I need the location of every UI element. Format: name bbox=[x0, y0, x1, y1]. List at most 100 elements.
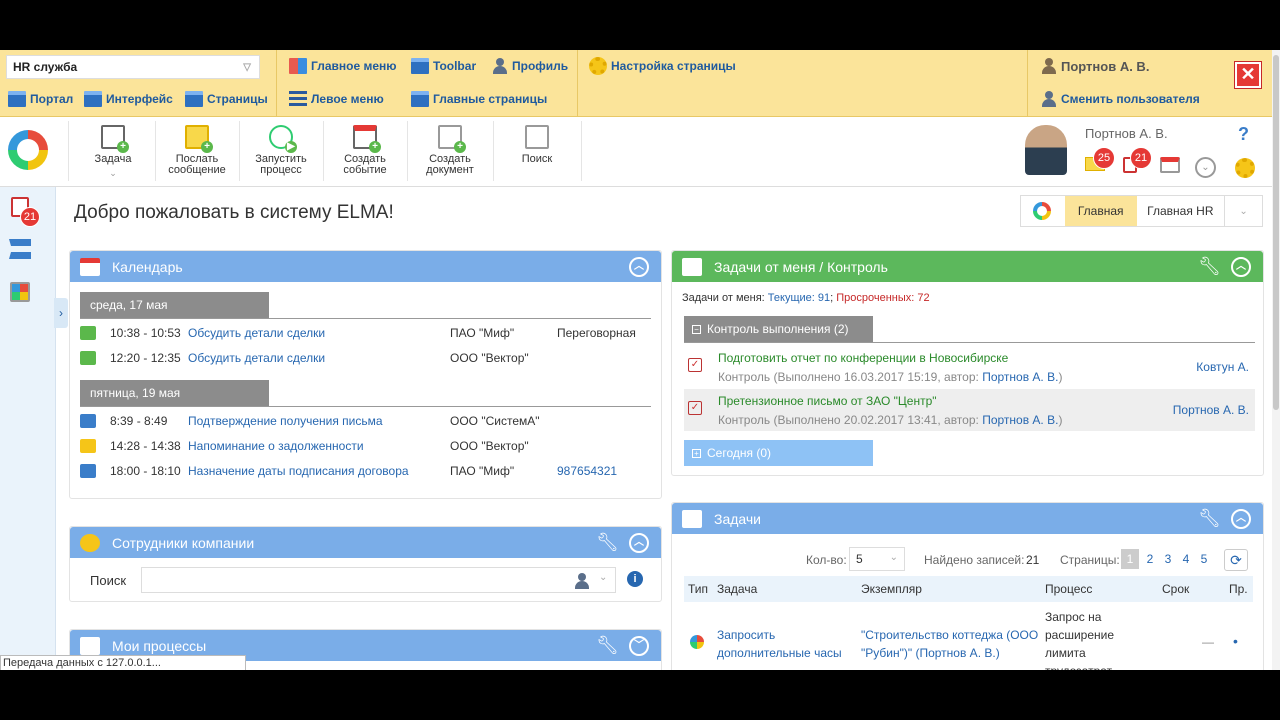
expand-box-icon: + bbox=[692, 448, 701, 458]
event-subject-link[interactable]: Напоминание о задолженности bbox=[188, 439, 450, 453]
start-process-label-2: процесс bbox=[260, 164, 302, 176]
instance-author-link[interactable]: Портнов А. В. bbox=[919, 646, 995, 660]
page-3-link[interactable]: 3 bbox=[1161, 549, 1175, 569]
help-icon[interactable]: ? bbox=[1238, 124, 1249, 145]
current-user-name[interactable]: Портнов А. В. bbox=[1085, 126, 1168, 141]
wrench-icon[interactable]: 🔧︎ bbox=[596, 532, 619, 553]
search-button-label: Поиск bbox=[521, 153, 553, 165]
person-icon bbox=[492, 58, 508, 74]
main-menu-link[interactable]: Главное меню bbox=[289, 58, 397, 74]
task-checkbox-icon[interactable]: ✓ bbox=[688, 358, 702, 372]
control-task-row[interactable]: ✓ Претензионное письмо от ЗАО "Центр" Конт… bbox=[684, 389, 1255, 431]
column-task[interactable]: Задача bbox=[717, 582, 757, 596]
person-picker-icon[interactable] bbox=[574, 573, 589, 589]
event-subject-link[interactable]: Назначение даты подписания договора bbox=[188, 464, 450, 478]
vertical-scrollbar[interactable] bbox=[1272, 50, 1280, 670]
calendar-event-row[interactable]: 18:00 - 18:10 Назначение даты подписания … bbox=[80, 459, 651, 483]
page-4-link[interactable]: 4 bbox=[1179, 549, 1193, 569]
calendar-event-row[interactable]: 10:38 - 10:53 Обсудить детали сделки ПАО "… bbox=[80, 321, 651, 345]
column-priority[interactable]: Пр. bbox=[1229, 582, 1248, 596]
tab-main[interactable]: Главная bbox=[1064, 196, 1137, 226]
interface-icon bbox=[84, 91, 102, 107]
start-process-button[interactable]: ▶ Запустить процесс bbox=[240, 117, 322, 186]
table-row[interactable]: Запросить дополнительные часы "Строительс… bbox=[684, 604, 1253, 670]
event-subject-link[interactable]: Обсудить детали сделки bbox=[188, 326, 450, 340]
today-group-header[interactable]: + Сегодня (0) bbox=[684, 440, 873, 466]
settings-gear-icon[interactable] bbox=[1235, 158, 1255, 178]
main-menu-icon bbox=[289, 58, 307, 74]
browser-status-bar: Передача данных с 127.0.0.1... bbox=[0, 655, 246, 670]
task-checkbox-icon[interactable]: ✓ bbox=[688, 401, 702, 415]
chevron-down-icon[interactable]: ⌄ bbox=[1224, 196, 1262, 226]
portal-link[interactable]: Портал bbox=[8, 91, 73, 107]
wrench-icon[interactable]: 🔧︎ bbox=[596, 635, 619, 656]
left-menu-link[interactable]: Левое меню bbox=[289, 91, 384, 107]
task-meta-text: Контроль (Выполнено 20.02.2017 13:41, ав… bbox=[718, 413, 979, 427]
rail-toggle-button[interactable]: › bbox=[54, 298, 68, 328]
event-subject-link[interactable]: Подтверждение получения письма bbox=[188, 414, 450, 428]
overdue-tasks-link[interactable]: Просроченных: 72 bbox=[836, 292, 929, 304]
task-author-link[interactable]: Портнов А. В. bbox=[982, 413, 1058, 427]
create-task-button[interactable]: + Задача ⌄ bbox=[72, 117, 154, 186]
calendar-event-row[interactable]: 14:28 - 14:38 Напоминание о задолженности… bbox=[80, 434, 651, 458]
pages-link[interactable]: Страницы bbox=[185, 91, 268, 107]
create-event-button[interactable]: + Создать событие bbox=[324, 117, 406, 186]
main-pages-link[interactable]: Главные страницы bbox=[411, 91, 547, 107]
calendar-event-row[interactable]: 12:20 - 12:35 Обсудить детали сделки ООО "… bbox=[80, 346, 651, 370]
wrench-icon[interactable]: 🔧︎ bbox=[1198, 508, 1221, 529]
search-button[interactable]: Поиск bbox=[494, 117, 580, 186]
page-title: Добро пожаловать в систему ELMA! bbox=[74, 202, 394, 223]
task-title-link[interactable]: Подготовить отчет по конференции в Новос… bbox=[718, 351, 1008, 365]
task-meta: Контроль (Выполнено 16.03.2017 15:19, ав… bbox=[718, 370, 1062, 384]
collapse-icon[interactable]: ︿ bbox=[629, 532, 649, 553]
column-instance[interactable]: Экземпляр bbox=[861, 582, 922, 596]
send-message-button[interactable]: + Послать сообщение bbox=[156, 117, 238, 186]
event-subject-link[interactable]: Обсудить детали сделки bbox=[188, 351, 450, 365]
task-title-link[interactable]: Претензионное письмо от ЗАО "Центр" bbox=[718, 394, 937, 408]
left-rail: 21 bbox=[0, 187, 56, 670]
control-group-header[interactable]: − Контроль выполнения (2) bbox=[684, 316, 873, 342]
avatar[interactable] bbox=[1025, 125, 1067, 175]
close-admin-bar-button[interactable]: ✕ bbox=[1234, 61, 1262, 89]
collapse-icon[interactable]: ︿ bbox=[1231, 256, 1251, 277]
expand-user-menu-icon[interactable]: ⌄ bbox=[1195, 157, 1216, 178]
toolbar-link[interactable]: Toolbar bbox=[411, 58, 476, 74]
info-icon[interactable]: i bbox=[627, 571, 643, 587]
org-structure-icon[interactable] bbox=[9, 239, 31, 259]
processes-rail-icon[interactable] bbox=[10, 282, 30, 302]
employee-search-input[interactable]: ⌄ bbox=[141, 567, 616, 593]
control-task-row[interactable]: ✓ Подготовить отчет по конференции в Ново… bbox=[684, 346, 1255, 388]
interface-link[interactable]: Интерфейс bbox=[84, 91, 173, 107]
task-author-link[interactable]: Портнов А. В. bbox=[982, 370, 1058, 384]
portal-select[interactable]: HR служба ▽ bbox=[6, 55, 260, 79]
task-assignee-link[interactable]: Ковтун А. bbox=[1196, 360, 1249, 374]
page-size-label: Кол-во: bbox=[806, 553, 847, 567]
column-process[interactable]: Процесс bbox=[1045, 582, 1092, 596]
chevron-down-icon[interactable]: ⌄ bbox=[599, 572, 607, 583]
wrench-icon[interactable]: 🔧︎ bbox=[1198, 256, 1221, 277]
tab-main-hr[interactable]: Главная HR bbox=[1137, 196, 1225, 226]
calendar-icon[interactable] bbox=[1160, 157, 1180, 173]
create-document-button[interactable]: + Создать документ bbox=[408, 117, 492, 186]
page-settings-link[interactable]: Настройка страницы bbox=[589, 57, 736, 75]
switch-user-link[interactable]: Сменить пользователя bbox=[1041, 91, 1200, 107]
page-1-link[interactable]: 1 bbox=[1121, 549, 1139, 569]
employees-panel-header: Сотрудники компании 🔧︎ ︿ bbox=[70, 527, 661, 558]
column-type[interactable]: Тип bbox=[688, 582, 708, 596]
task-name-link[interactable]: Запросить дополнительные часы bbox=[717, 626, 852, 662]
profile-link[interactable]: Профиль bbox=[492, 58, 568, 74]
collapse-icon[interactable]: ︿ bbox=[1231, 508, 1251, 529]
refresh-icon[interactable]: ⟳ bbox=[1224, 549, 1248, 571]
page-5-link[interactable]: 5 bbox=[1197, 549, 1211, 569]
current-tasks-link[interactable]: Текущие: 91 bbox=[768, 292, 830, 304]
elma-logo-icon[interactable] bbox=[8, 130, 48, 170]
expand-icon[interactable]: ﹀ bbox=[629, 635, 649, 656]
task-assignee-link[interactable]: Портнов А. В. bbox=[1173, 403, 1249, 417]
scrollbar-thumb[interactable] bbox=[1273, 55, 1279, 410]
page-size-select[interactable]: 5 ⌄ bbox=[849, 547, 905, 571]
page-2-link[interactable]: 2 bbox=[1143, 549, 1157, 569]
collapse-icon[interactable]: ︿ bbox=[629, 256, 649, 277]
event-time: 14:28 - 14:38 bbox=[110, 439, 181, 453]
column-due[interactable]: Срок bbox=[1162, 582, 1189, 596]
calendar-event-row[interactable]: 8:39 - 8:49 Подтверждение получения письм… bbox=[80, 409, 651, 433]
